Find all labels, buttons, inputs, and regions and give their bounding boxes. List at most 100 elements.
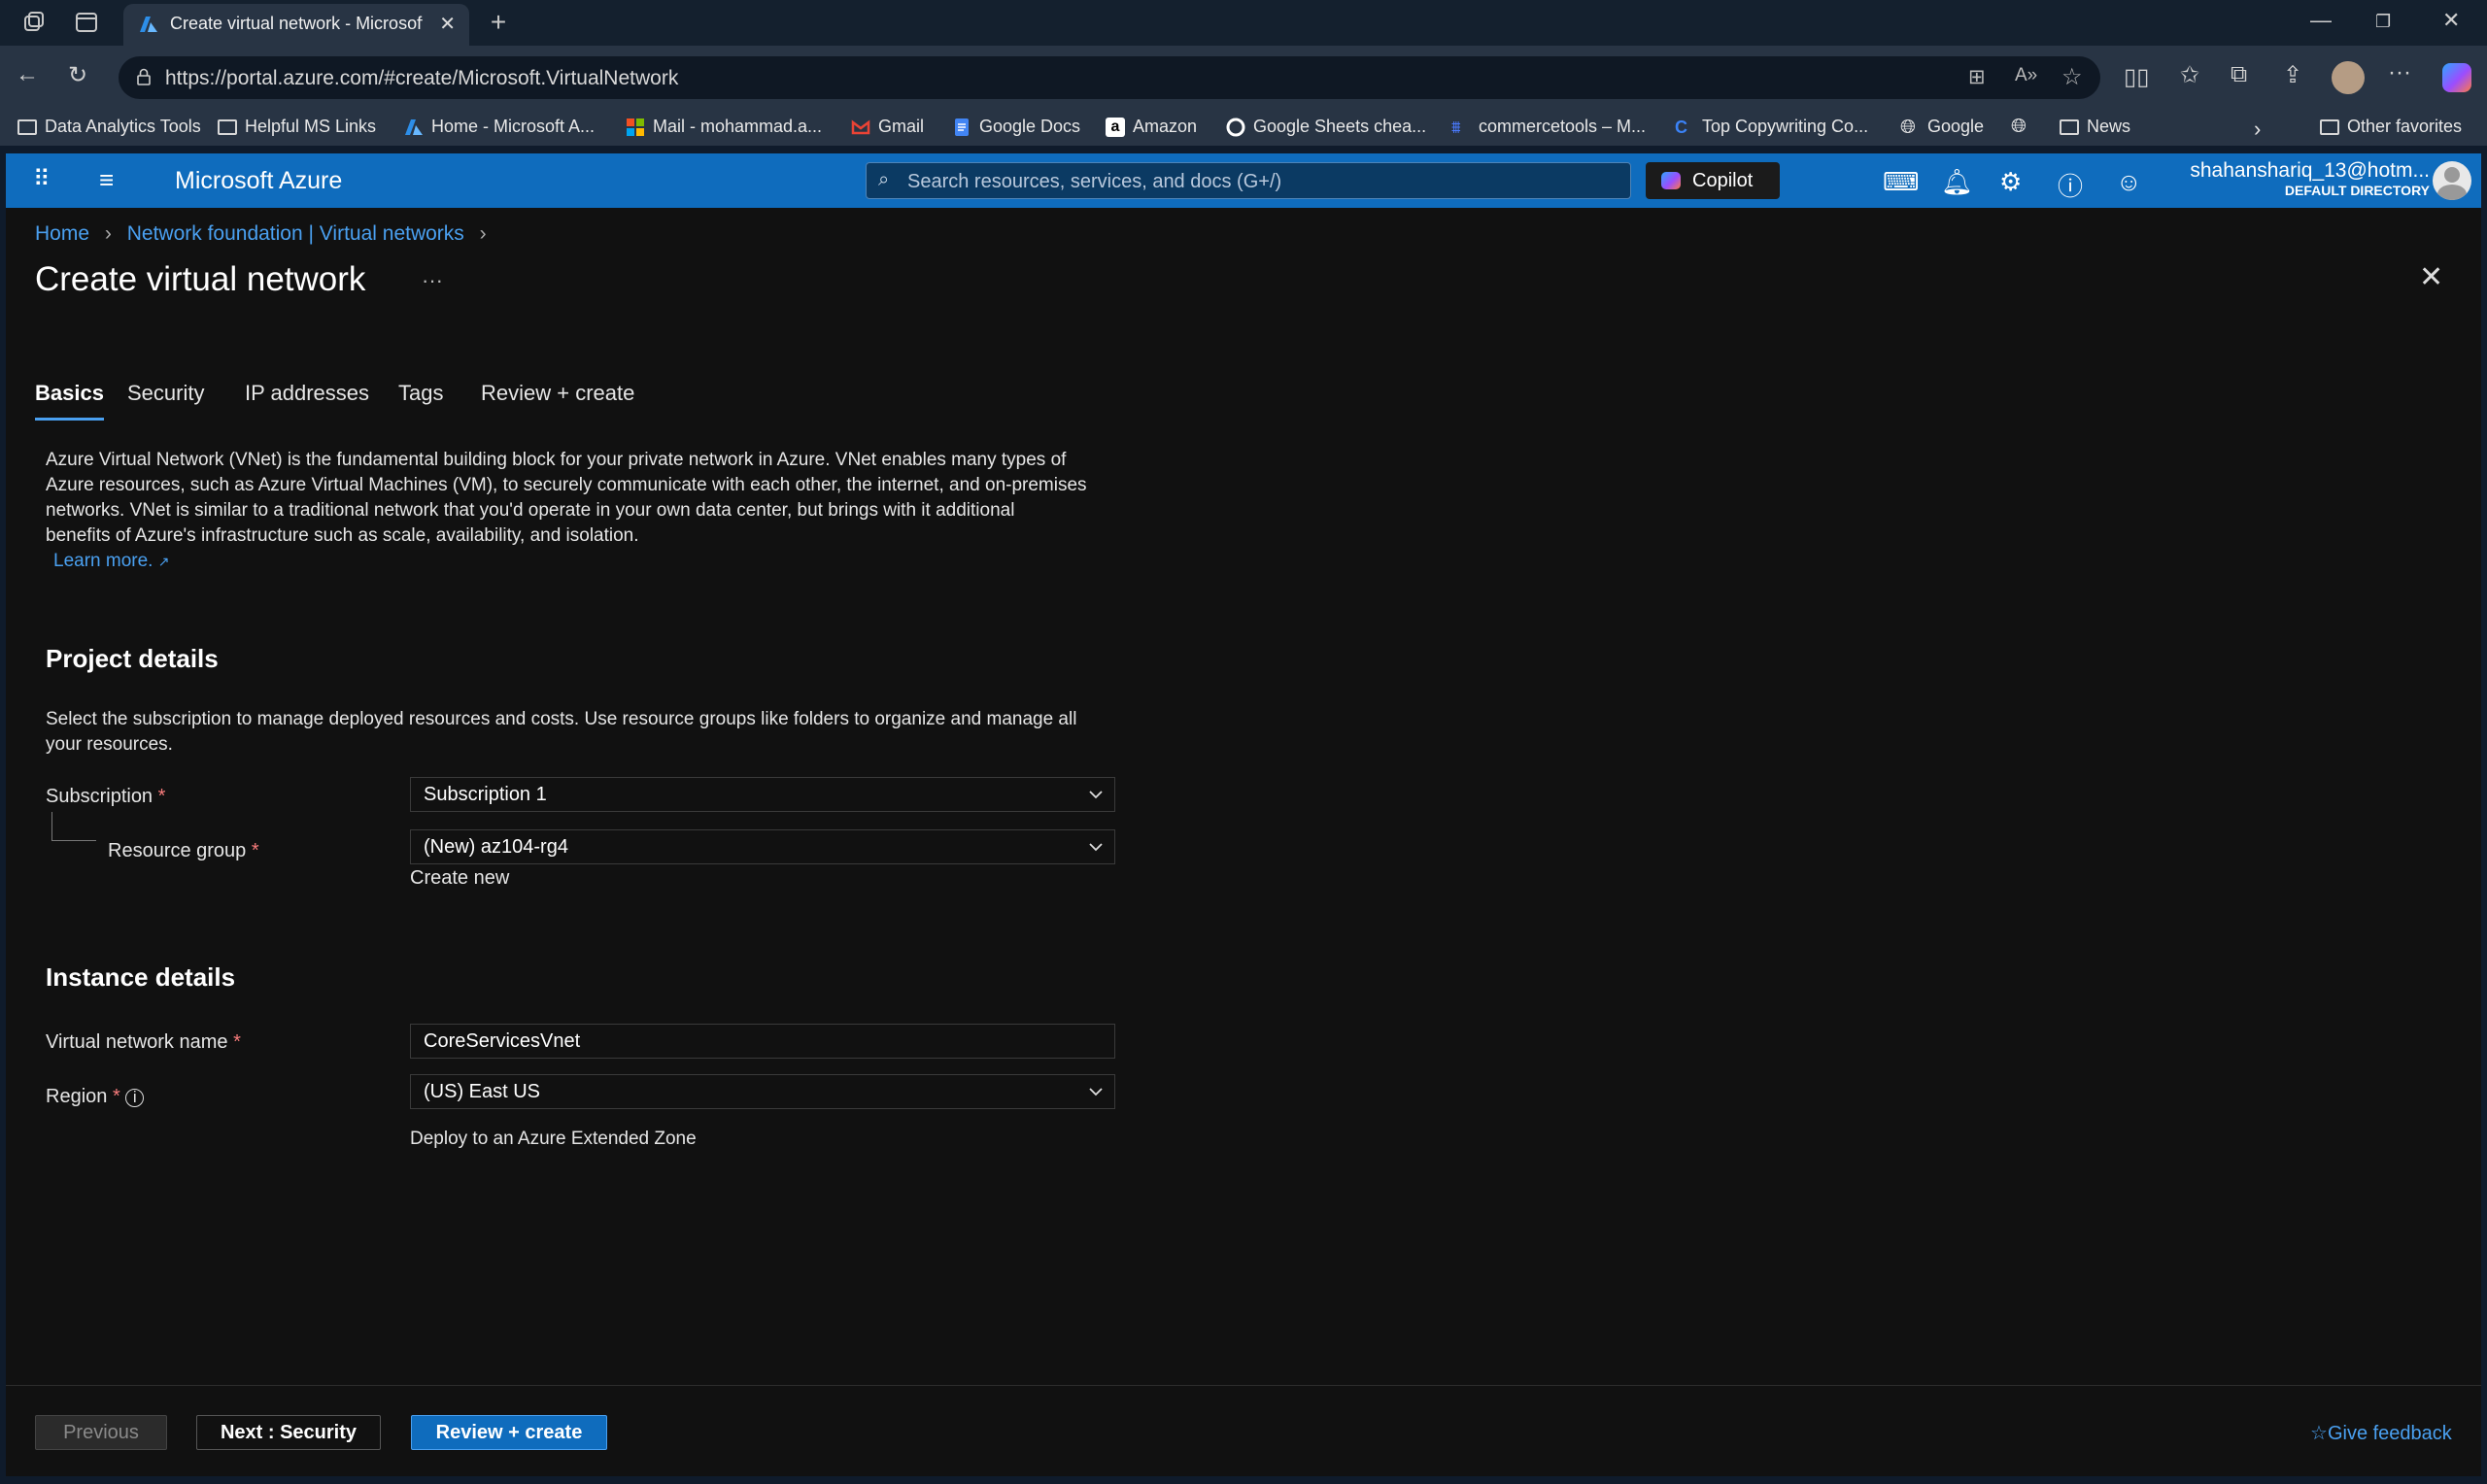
wizard-footer: Previous Next : Security Review + create… — [6, 1385, 2481, 1476]
restore-icon[interactable]: ❐ — [2375, 12, 2391, 32]
resource-group-dropdown[interactable]: (New) az104-rg4 — [410, 829, 1115, 864]
create-new-link[interactable]: Create new — [410, 867, 509, 890]
instance-details-heading: Instance details — [46, 962, 236, 992]
feedback-person-icon[interactable]: ☺ — [2116, 167, 2142, 197]
workspaces-icon[interactable] — [21, 10, 47, 35]
notifications-bell-icon[interactable]: 🔔︎ — [1941, 167, 1973, 197]
site-info-icon[interactable] — [134, 67, 153, 86]
chevron-down-icon — [1089, 791, 1103, 799]
active-browser-tab[interactable]: Create virtual network - Microsoft ✕ — [123, 4, 469, 46]
copilot-icon — [1661, 172, 1681, 189]
split-screen-icon[interactable]: ▯▯ — [2124, 63, 2149, 91]
subscription-value: Subscription 1 — [424, 784, 547, 805]
info-icon[interactable]: i — [125, 1089, 145, 1107]
bookmark-commercetools[interactable]: ⩩ commercetools – M... — [1451, 117, 1646, 137]
user-name: shahanshariq_13@hotm... — [2190, 159, 2430, 182]
breadcrumb: Home › Network foundation | Virtual netw… — [35, 222, 487, 246]
settings-gear-icon[interactable]: ⚙ — [1999, 167, 2022, 197]
chevron-down-icon — [1089, 1088, 1103, 1096]
portal-search-input[interactable]: ⌕ Search resources, services, and docs (… — [866, 162, 1631, 199]
portal-brand[interactable]: Microsoft Azure — [175, 167, 342, 195]
azure-favicon-icon — [140, 17, 157, 32]
profile-avatar-icon[interactable] — [2332, 61, 2365, 94]
share-icon[interactable]: ⇪ — [2283, 61, 2302, 89]
tab-tags[interactable]: Tags — [398, 381, 443, 406]
give-feedback-link[interactable]: ☆Give feedback — [2310, 1421, 2452, 1445]
close-tab-icon[interactable]: ✕ — [439, 12, 456, 36]
review-create-button[interactable]: Review + create — [411, 1415, 607, 1450]
bookmark-data-analytics[interactable]: Data Analytics Tools — [17, 117, 201, 137]
bookmark-home-microsoft[interactable]: Home - Microsoft A... — [404, 117, 595, 137]
tab-security[interactable]: Security — [127, 381, 204, 406]
bookmark-news[interactable]: News — [2060, 117, 2130, 137]
user-directory: DEFAULT DIRECTORY — [2284, 183, 2430, 198]
new-tab-icon[interactable]: + — [486, 9, 511, 36]
bookmark-gmail[interactable]: Gmail — [851, 117, 924, 137]
bookmark-top-copywriting[interactable]: C Top Copywriting Co... — [1675, 117, 1868, 137]
close-window-icon[interactable]: ✕ — [2442, 8, 2460, 33]
tab-review-create[interactable]: Review + create — [481, 381, 634, 406]
help-icon[interactable]: ⓘ — [2058, 167, 2083, 203]
subscription-dropdown[interactable]: Subscription 1 — [410, 777, 1115, 812]
favorite-star-icon[interactable]: ☆ — [2061, 63, 2083, 91]
bookmark-google[interactable]: 🌐︎ Google — [1900, 117, 1984, 137]
breadcrumb-virtual-networks[interactable]: Network foundation | Virtual networks — [127, 222, 464, 245]
extensions-icon[interactable]: ⧉ — [2231, 61, 2247, 88]
bookmark-amazon[interactable]: a Amazon — [1106, 117, 1197, 137]
breadcrumb-chevron-icon: › — [104, 222, 112, 245]
bookmark-globe[interactable]: 🌐︎ — [2011, 117, 2030, 136]
feedback-icon: ☆ — [2310, 1423, 2328, 1444]
learn-more-link[interactable]: Learn more. — [53, 551, 153, 571]
azure-icon — [405, 118, 423, 135]
breadcrumb-chevron-icon: › — [479, 222, 487, 245]
refresh-icon[interactable]: ↻ — [68, 61, 87, 89]
bookmark-mail[interactable]: Mail - mohammad.a... — [626, 117, 822, 137]
address-bar[interactable]: https://portal.azure.com/#create/Microso… — [119, 56, 2100, 99]
project-details-heading: Project details — [46, 644, 219, 673]
vnet-name-input[interactable]: CoreServicesVnet — [410, 1024, 1115, 1059]
resource-group-value: (New) az104-rg4 — [424, 836, 568, 858]
subscription-label: Subscription * — [46, 786, 166, 807]
minimize-icon[interactable]: — — [2310, 8, 2332, 33]
app-launcher-icon[interactable]: ⠿ — [33, 165, 51, 193]
bookmark-helpful-ms-links[interactable]: Helpful MS Links — [218, 117, 376, 137]
tab-basics[interactable]: Basics — [35, 381, 104, 421]
close-blade-icon[interactable]: ✕ — [2419, 260, 2443, 294]
folder-icon — [2320, 118, 2339, 135]
back-icon[interactable]: ← — [16, 61, 39, 88]
more-options-icon[interactable]: ··· — [422, 268, 443, 293]
search-icon: ⌕ — [878, 169, 890, 190]
settings-more-icon[interactable]: ··· — [2388, 59, 2411, 86]
page-title: Create virtual network — [35, 260, 366, 298]
other-favorites[interactable]: Other favorites — [2320, 117, 2462, 137]
region-label: Region * i — [46, 1086, 145, 1108]
breadcrumb-home[interactable]: Home — [35, 222, 89, 245]
cloud-shell-icon[interactable]: ⌨ — [1883, 167, 1920, 197]
avatar[interactable] — [2433, 161, 2471, 200]
bookmark-google-sheets[interactable]: Google Sheets chea... — [1226, 117, 1426, 137]
google-docs-icon — [955, 118, 969, 136]
project-description: Select the subscription to manage deploy… — [46, 709, 1077, 755]
favorites-icon[interactable]: ✩ — [2180, 61, 2199, 89]
next-security-button[interactable]: Next : Security — [196, 1415, 381, 1450]
menu-hamburger-icon[interactable]: ≡ — [99, 165, 114, 195]
user-account[interactable]: shahanshariq_13@hotm... DEFAULT DIRECTOR… — [2187, 159, 2430, 198]
copilot-browser-icon[interactable] — [2442, 63, 2471, 92]
region-dropdown[interactable]: (US) East US — [410, 1074, 1115, 1109]
apps-icon[interactable]: ⊞ — [1968, 65, 1986, 89]
vnet-name-label: Virtual network name * — [46, 1031, 241, 1053]
bookmarks-bar: Data Analytics Tools Helpful MS Links Ho… — [0, 112, 2487, 146]
bookmark-google-docs[interactable]: Google Docs — [952, 117, 1080, 137]
bookmarks-overflow-chevron-icon[interactable]: › — [2254, 117, 2261, 142]
vertical-tabs-icon[interactable] — [74, 10, 99, 35]
vnet-name-value: CoreServicesVnet — [424, 1030, 581, 1052]
globe-icon: 🌐︎ — [1900, 116, 1916, 138]
copilot-button[interactable]: Copilot — [1646, 162, 1780, 199]
read-aloud-icon[interactable]: A» — [2015, 65, 2037, 86]
tab-title: Create virtual network - Microsoft — [170, 14, 423, 33]
portal-header: ⠿ ≡ Microsoft Azure ⌕ Search resources, … — [6, 153, 2481, 208]
extended-zone-link[interactable]: Deploy to an Azure Extended Zone — [410, 1129, 697, 1150]
url-text: https://portal.azure.com/#create/Microso… — [165, 67, 679, 89]
tab-ip-addresses[interactable]: IP addresses — [245, 381, 369, 406]
previous-button[interactable]: Previous — [35, 1415, 167, 1450]
